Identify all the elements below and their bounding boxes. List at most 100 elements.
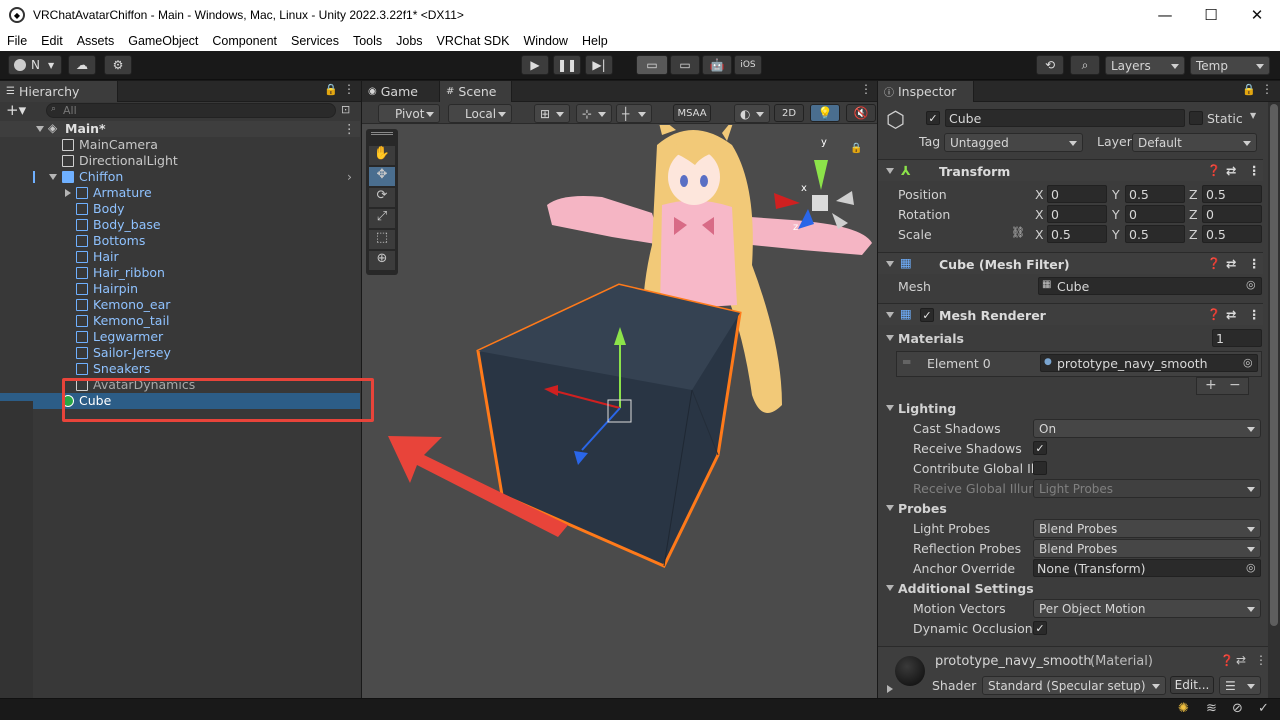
ruler-dropdown[interactable]: ┼	[616, 104, 652, 123]
hierarchy-item[interactable]: Hairpin	[0, 281, 360, 297]
cast-shadows-dropdown[interactable]: On	[1033, 419, 1261, 438]
scale-x-field[interactable]: 0.5	[1047, 225, 1107, 243]
component-menu-icon[interactable]: ⋮	[1248, 256, 1261, 271]
rotation-z-field[interactable]: 0	[1202, 205, 1262, 223]
local-dropdown[interactable]: Local	[448, 104, 512, 123]
object-name-field[interactable]: Cube	[945, 109, 1185, 127]
cache-status-icon[interactable]: ≋	[1206, 701, 1217, 716]
transform-header[interactable]: ⅄ Transform ❓ ⇄ ⋮	[878, 159, 1263, 181]
progress-status-icon[interactable]: ⊘	[1232, 701, 1243, 716]
menu-tools[interactable]: Tools	[346, 34, 389, 48]
tag-dropdown[interactable]: Untagged	[944, 133, 1083, 152]
probes-fold-icon[interactable]	[886, 505, 894, 511]
additional-fold-icon[interactable]	[886, 585, 894, 591]
active-checkbox[interactable]: ✓	[926, 111, 940, 125]
scale-tool-button[interactable]: ⤢	[369, 209, 395, 228]
rotation-y-field[interactable]: 0	[1125, 205, 1185, 223]
remove-element-button[interactable]: −	[1229, 377, 1241, 393]
hierarchy-item[interactable]: Hair_ribbon	[0, 265, 360, 281]
materials-fold-icon[interactable]	[886, 335, 894, 341]
palette-grip-icon[interactable]	[371, 132, 393, 135]
position-z-field[interactable]: 0.5	[1202, 185, 1262, 203]
play-button[interactable]: ▶	[521, 55, 549, 75]
help-icon[interactable]: ❓	[1207, 257, 1221, 270]
tab-hierarchy[interactable]: ☰ Hierarchy	[0, 81, 118, 102]
object-picker-icon[interactable]: ◎	[1246, 278, 1256, 291]
shader-options-dropdown[interactable]: ☰	[1219, 676, 1261, 695]
mesh-field[interactable]: Cube	[1038, 277, 1262, 295]
preset-icon[interactable]: ⇄	[1226, 307, 1236, 322]
element-0-field[interactable]: prototype_navy_smooth	[1040, 354, 1258, 372]
hierarchy-search-input[interactable]: All	[46, 103, 336, 118]
menu-assets[interactable]: Assets	[70, 34, 122, 48]
help-icon[interactable]: ❓	[1207, 164, 1221, 177]
material-fold-icon[interactable]	[887, 685, 893, 693]
pause-button[interactable]: ❚❚	[553, 55, 581, 75]
move-tool-button[interactable]: ✥	[369, 167, 395, 186]
preset-icon[interactable]: ⇄	[1226, 163, 1236, 178]
account-dropdown[interactable]: N ▼	[8, 55, 62, 75]
grid-snap-dropdown[interactable]: ⊞	[534, 104, 570, 123]
build-target-standalone[interactable]: ▭	[636, 55, 668, 75]
static-checkbox[interactable]	[1189, 111, 1203, 125]
receive-shadows-checkbox[interactable]: ✓	[1033, 441, 1047, 455]
motion-vectors-dropdown[interactable]: Per Object Motion	[1033, 599, 1261, 618]
hierarchy-item[interactable]: DirectionalLight	[0, 153, 360, 169]
scene-viewport[interactable]: y z x 🔒	[362, 125, 877, 698]
light-probes-dropdown[interactable]: Blend Probes	[1033, 519, 1261, 538]
hierarchy-item[interactable]: MainCamera	[0, 137, 360, 153]
hierarchy-item[interactable]: Sailor-Jersey	[0, 345, 360, 361]
hierarchy-item[interactable]: Kemono_ear	[0, 297, 360, 313]
lighting-status-icon[interactable]: ✺	[1178, 701, 1189, 716]
fold-icon[interactable]	[36, 126, 44, 132]
rotation-x-field[interactable]: 0	[1047, 205, 1107, 223]
lock-icon[interactable]: 🔒	[324, 83, 338, 96]
layer-dropdown[interactable]: Default	[1132, 133, 1257, 152]
search-options-icon[interactable]: ⊡	[341, 103, 350, 116]
transform-tool-button[interactable]: ⊕	[369, 251, 395, 270]
hierarchy-item[interactable]: Hair	[0, 249, 360, 265]
help-icon[interactable]: ❓	[1207, 308, 1221, 321]
maximize-button[interactable]: ☐	[1188, 0, 1234, 30]
hierarchy-item[interactable]: Sneakers	[0, 361, 360, 377]
menu-file[interactable]: File	[0, 34, 34, 48]
menu-component[interactable]: Component	[205, 34, 284, 48]
hierarchy-item[interactable]: Body	[0, 201, 360, 217]
build-target-ios[interactable]: iOS	[734, 55, 762, 75]
msaa-button[interactable]: MSAA	[673, 104, 711, 122]
hierarchy-item[interactable]: Kemono_tail	[0, 313, 360, 329]
build-target-desktop[interactable]: ▭	[670, 55, 700, 75]
settings-status-icon[interactable]: ✓	[1258, 701, 1269, 716]
menu-help[interactable]: Help	[575, 34, 615, 48]
mesh-renderer-enabled-checkbox[interactable]: ✓	[920, 308, 934, 322]
rect-tool-button[interactable]: ⬚	[369, 230, 395, 249]
fold-icon[interactable]	[49, 174, 57, 180]
anchor-override-field[interactable]: None (Transform)	[1033, 559, 1261, 577]
static-dropdown-icon[interactable]: ▼	[1250, 111, 1256, 120]
rotate-tool-button[interactable]: ⟳	[369, 188, 395, 207]
menu-edit[interactable]: Edit	[34, 34, 70, 48]
more-options-icon[interactable]: ⋮	[343, 82, 355, 96]
pivot-dropdown[interactable]: Pivot	[378, 104, 440, 123]
hand-tool-button[interactable]: ✋	[369, 146, 395, 165]
add-icon[interactable]: +▾	[6, 101, 26, 119]
preset-icon[interactable]: ⇄	[1236, 653, 1246, 667]
shader-edit-button[interactable]: Edit...	[1170, 676, 1214, 694]
minimize-button[interactable]: —	[1142, 0, 1188, 30]
contribute-gi-checkbox[interactable]	[1033, 461, 1047, 475]
inspector-lock-icon[interactable]: 🔒	[1242, 83, 1256, 96]
reflection-probes-dropdown[interactable]: Blend Probes	[1033, 539, 1261, 558]
hierarchy-item[interactable]: › Chiffon	[0, 169, 360, 185]
component-menu-icon[interactable]: ⋮	[1248, 307, 1261, 322]
menu-gameobject[interactable]: GameObject	[121, 34, 205, 48]
materials-count-field[interactable]: 1	[1212, 329, 1262, 347]
preset-icon[interactable]: ⇄	[1226, 256, 1236, 271]
cloud-button[interactable]: ☁	[68, 55, 96, 75]
layout-dropdown[interactable]: Temp	[1190, 56, 1270, 75]
tab-game[interactable]: ◉ Game	[362, 81, 440, 102]
chevron-right-icon[interactable]: ›	[347, 169, 352, 184]
scale-z-field[interactable]: 0.5	[1202, 225, 1262, 243]
position-x-field[interactable]: 0	[1047, 185, 1107, 203]
scene-options-icon[interactable]: ⋮	[343, 121, 356, 136]
object-picker-icon[interactable]: ◎	[1246, 561, 1256, 574]
